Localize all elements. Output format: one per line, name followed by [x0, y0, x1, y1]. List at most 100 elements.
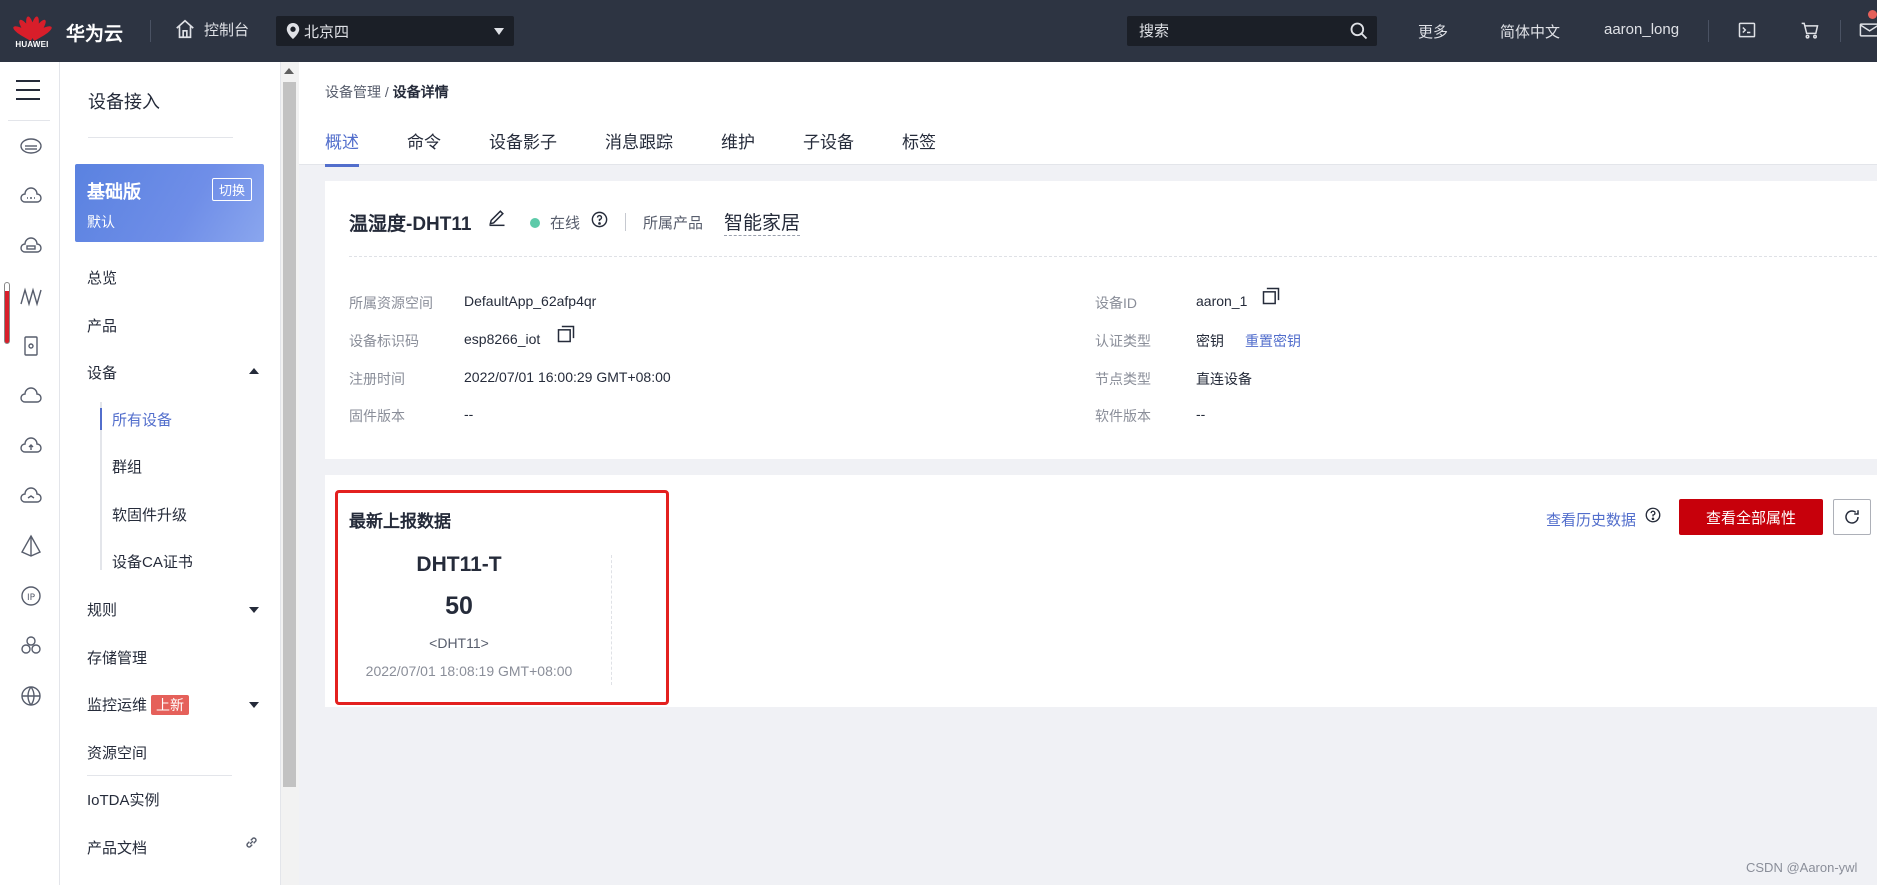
link-icon[interactable]: [243, 834, 260, 851]
copy-icon[interactable]: [1261, 286, 1281, 306]
iot-waves-icon[interactable]: [19, 284, 43, 308]
tab-commands[interactable]: 命令: [407, 128, 441, 167]
tab-bar: 概述 命令 设备影子 消息跟踪 维护 子设备 标签: [325, 128, 984, 167]
search-box[interactable]: [1127, 16, 1377, 46]
brand-name[interactable]: 华为云: [66, 19, 123, 46]
huawei-logo-icon: [11, 12, 54, 42]
cloud-sync-icon[interactable]: [19, 484, 43, 508]
field-label: 固件版本: [349, 408, 405, 424]
field-label: 设备标识码: [349, 333, 419, 349]
more-menu[interactable]: 更多: [1418, 21, 1448, 42]
active-scroll-indicator: [4, 282, 10, 344]
language-switch[interactable]: 简体中文: [1500, 21, 1560, 42]
view-all-properties-button[interactable]: 查看全部属性: [1679, 499, 1823, 535]
refresh-button[interactable]: [1833, 499, 1871, 535]
cloud-server-icon[interactable]: [19, 134, 43, 158]
edition-sub: 默认: [87, 214, 115, 230]
latest-data-title: 最新上报数据: [349, 512, 451, 531]
sidebar-item-group[interactable]: 群组: [112, 456, 142, 477]
user-menu[interactable]: aaron_long: [1604, 21, 1679, 38]
cloud-icon[interactable]: [19, 184, 43, 208]
sidebar-item-overview[interactable]: 总览: [87, 267, 117, 288]
breadcrumb-parent[interactable]: 设备管理: [325, 84, 381, 100]
reset-secret-link[interactable]: 重置密钥: [1245, 331, 1301, 351]
metric-name: DHT11-T: [416, 553, 502, 576]
console-link[interactable]: 控制台: [174, 18, 249, 40]
sidebar-item-ca-cert[interactable]: 设备CA证书: [112, 551, 193, 572]
scrollbar-thumb[interactable]: [283, 82, 296, 787]
edition-name: 基础版: [87, 182, 141, 202]
menu-icon[interactable]: [16, 80, 40, 107]
svg-text:IP: IP: [27, 593, 36, 603]
view-history-link[interactable]: 查看历史数据: [1546, 509, 1636, 530]
metric-value: 50: [445, 592, 473, 620]
divider: [1840, 20, 1841, 42]
chevron-down-icon[interactable]: [249, 702, 259, 708]
online-status: 在线: [550, 215, 581, 232]
mail-icon[interactable]: [1858, 20, 1877, 40]
edit-icon[interactable]: [487, 207, 507, 227]
breadcrumb-separator: /: [384, 84, 389, 100]
tab-message-trace[interactable]: 消息跟踪: [605, 128, 673, 167]
sidebar-item-monitor-label: 监控运维: [87, 697, 148, 714]
terminal-icon[interactable]: [1737, 20, 1757, 40]
latest-data-card: 最新上报数据 DHT11-T 50 <DHT11> 2022/07/01 18:…: [325, 475, 1877, 707]
product-link[interactable]: 智能家居: [724, 208, 801, 236]
help-icon[interactable]: [590, 210, 609, 229]
tab-device-shadow[interactable]: 设备影子: [489, 128, 557, 167]
metric-timestamp: 2022/07/01 18:08:19 GMT+08:00: [365, 663, 573, 679]
chevron-down-icon[interactable]: [249, 607, 259, 613]
auth-type-value: 密钥: [1196, 333, 1224, 349]
copy-icon[interactable]: [556, 324, 576, 344]
divider: [88, 137, 233, 138]
huawei-logo[interactable]: HUAWEI: [11, 12, 54, 54]
switch-edition-button[interactable]: 切换: [211, 178, 252, 201]
breadcrumb-current: 设备详情: [392, 84, 449, 100]
field-label: 认证类型: [1095, 333, 1151, 349]
sidenav-title: 设备接入: [88, 92, 160, 112]
database-cloud-icon[interactable]: [19, 234, 43, 258]
tab-tags[interactable]: 标签: [902, 128, 936, 167]
region-select[interactable]: 北京四: [276, 16, 514, 46]
globe-icon[interactable]: [19, 684, 43, 708]
sidebar-item-firmware[interactable]: 软固件升级: [112, 504, 187, 525]
scroll-up-arrow[interactable]: [284, 68, 294, 74]
chevron-down-icon: [494, 28, 504, 35]
chevron-up-icon[interactable]: [249, 368, 259, 374]
search-icon[interactable]: [1349, 21, 1369, 41]
divider: [150, 20, 151, 42]
tab-sub-devices[interactable]: 子设备: [803, 128, 854, 167]
cloud-outline-icon[interactable]: [19, 384, 43, 408]
device-id-value: aaron_1: [1196, 293, 1248, 309]
search-input[interactable]: [1127, 22, 1337, 40]
sidebar-item-iotda[interactable]: IoTDA实例: [87, 789, 160, 810]
sidebar-item-storage[interactable]: 存储管理: [87, 647, 147, 668]
sidebar-item-all-devices[interactable]: 所有设备: [112, 409, 172, 430]
register-time-value: 2022/07/01 16:00:29 GMT+08:00: [464, 369, 671, 385]
help-icon[interactable]: [1644, 506, 1662, 524]
service-icon-rail: IP: [0, 62, 60, 885]
tab-overview[interactable]: 概述: [325, 128, 359, 167]
divider: [8, 120, 50, 121]
cluster-icon[interactable]: [19, 634, 43, 658]
device-info-card: 温湿度-DHT11 在线 所属产品 智能家居 所属资源空间 DefaultApp…: [325, 181, 1877, 459]
ip-icon[interactable]: IP: [19, 584, 43, 608]
sidebar-item-monitor[interactable]: 监控运维 上新: [87, 694, 190, 715]
sidebar-item-docs[interactable]: 产品文档: [87, 837, 147, 858]
sidebar-item-product[interactable]: 产品: [87, 315, 117, 336]
sidebar-item-resource[interactable]: 资源空间: [87, 742, 147, 763]
cloud-upload-icon[interactable]: [19, 434, 43, 458]
field-label: 节点类型: [1095, 371, 1151, 387]
sidebar-item-rules[interactable]: 规则: [87, 599, 117, 620]
page-header: 设备管理 / 设备详情 概述 命令 设备影子 消息跟踪 维护 子设备 标签: [299, 62, 1877, 167]
pyramid-icon[interactable]: [19, 534, 43, 558]
divider: [1708, 20, 1709, 42]
region-label: 北京四: [304, 23, 350, 41]
cart-icon[interactable]: [1800, 20, 1820, 40]
device-box-icon[interactable]: [19, 334, 43, 358]
field-label: 软件版本: [1095, 408, 1151, 424]
breadcrumb: 设备管理 / 设备详情: [325, 82, 449, 102]
tab-maintenance[interactable]: 维护: [721, 128, 755, 167]
sidebar-item-device[interactable]: 设备: [87, 362, 117, 383]
field-label: 所属资源空间: [349, 295, 433, 311]
